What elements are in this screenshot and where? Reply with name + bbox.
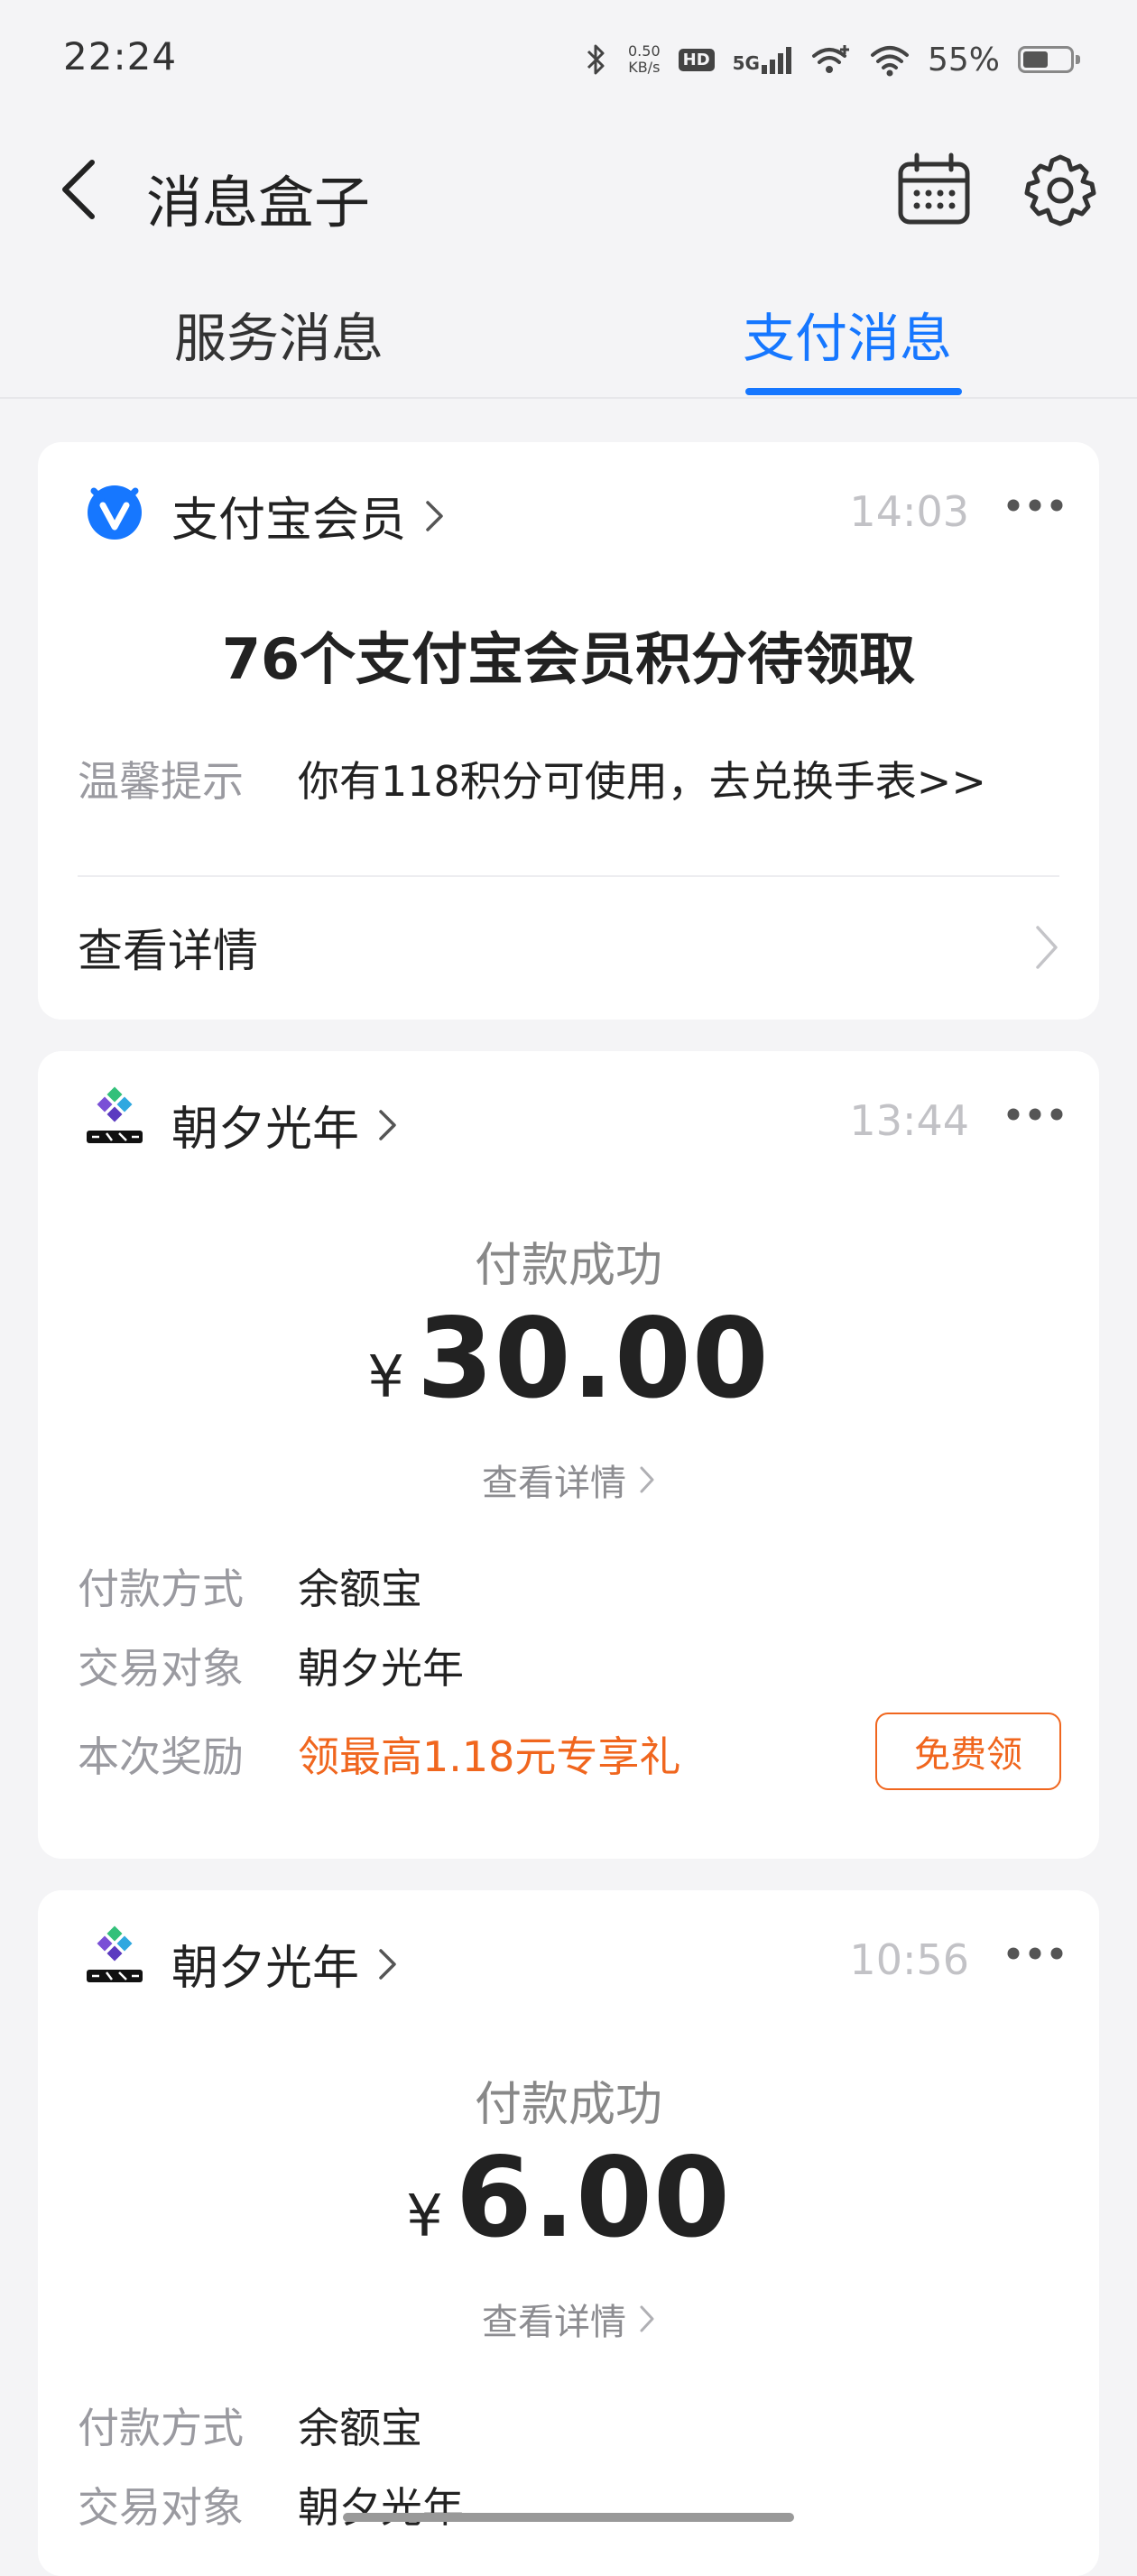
message-time: 10:56 — [849, 1935, 969, 1984]
sender-zhaoxi[interactable]: 朝夕光年 — [171, 1930, 399, 1998]
payment-amount: ¥ 30.00 — [38, 1295, 1099, 1423]
message-card-alipay-member[interactable]: 支付宝会员 14:03 76个支付宝会员积分待领取 温馨提示 你有118积分可使… — [38, 442, 1099, 1020]
tip-row: 温馨提示 你有118积分可使用，去兑换手表>> — [78, 749, 1061, 808]
sender-zhaoxi[interactable]: 朝夕光年 — [171, 1091, 399, 1159]
chevron-right-icon — [640, 1466, 654, 1493]
message-card-payment-2[interactable]: 朝夕光年 10:56 付款成功 ¥ 6.00 查看详情 付款方式 余额宝 交易对… — [38, 1890, 1099, 2576]
more-dots-icon[interactable] — [1005, 1935, 1065, 1971]
active-tab-indicator — [745, 388, 962, 395]
page-title: 消息盒子 — [146, 170, 371, 235]
card-header: 朝夕光年 13:44 — [38, 1051, 1099, 1186]
chevron-right-icon — [379, 1948, 396, 1980]
currency-symbol: ¥ — [367, 1344, 404, 1411]
message-tabs: 服务消息 支付消息 — [0, 271, 1137, 399]
chevron-right-icon — [640, 2305, 654, 2332]
field-counterparty: 交易对象 朝夕光年 — [78, 2483, 464, 2532]
gear-icon[interactable] — [1020, 150, 1101, 231]
calendar-icon[interactable] — [893, 150, 975, 231]
sender-alipay-member[interactable]: 支付宝会员 — [171, 482, 446, 549]
tip-label: 温馨提示 — [78, 757, 244, 806]
message-time: 14:03 — [849, 487, 969, 536]
chevron-right-icon — [379, 1109, 396, 1140]
reward-text: 领最高1.18元专享礼 — [298, 1732, 681, 1781]
header: 消息盒子 — [0, 117, 1137, 262]
back-arrow-icon[interactable] — [45, 153, 117, 226]
battery-fill — [1023, 51, 1049, 68]
currency-symbol: ¥ — [406, 2184, 443, 2250]
field-payment-method: 付款方式 余额宝 — [78, 1565, 422, 1613]
divider — [78, 875, 1059, 877]
field-counterparty: 交易对象 朝夕光年 — [78, 1644, 464, 1693]
wifi-icon — [870, 46, 909, 77]
claim-reward-button[interactable]: 免费领 — [875, 1713, 1061, 1790]
message-headline: 76个支付宝会员积分待领取 — [221, 626, 916, 692]
home-indicator[interactable] — [343, 2513, 794, 2522]
bluetooth-icon — [587, 44, 605, 75]
payment-status: 付款成功 — [474, 1239, 662, 1293]
view-details-link[interactable]: 查看详情 — [38, 1454, 1099, 1506]
card-header: 朝夕光年 10:56 — [38, 1890, 1099, 2026]
payment-status: 付款成功 — [474, 2078, 662, 2132]
zhaoxi-guangnian-logo — [87, 1086, 143, 1143]
view-details-row[interactable]: 查看详情 — [78, 902, 1059, 993]
message-card-payment-1[interactable]: 朝夕光年 13:44 付款成功 ¥ 30.00 查看详情 付款方式 余额宝 交易… — [38, 1051, 1099, 1859]
cellular-signal-icon: 5G — [733, 45, 792, 74]
battery-percent: 55% — [927, 41, 1000, 78]
payment-amount: ¥ 6.00 — [38, 2134, 1099, 2262]
zhaoxi-guangnian-logo — [87, 1925, 143, 1982]
chevron-right-icon — [426, 500, 443, 531]
more-dots-icon[interactable] — [1005, 487, 1065, 523]
net-speed: 0.50 KB/s — [628, 42, 661, 76]
more-dots-icon[interactable] — [1005, 1096, 1065, 1132]
hd-badge: HD — [678, 48, 715, 71]
battery-icon — [1018, 46, 1080, 73]
status-time: 22:24 — [63, 34, 178, 78]
message-time: 13:44 — [849, 1096, 969, 1145]
view-details-label: 查看详情 — [78, 925, 258, 977]
status-icons: 0.50 KB/s HD 5G 55% — [583, 34, 1080, 85]
view-details-link[interactable]: 查看详情 — [38, 2293, 1099, 2345]
card-header: 支付宝会员 14:03 — [38, 442, 1099, 577]
amount-value: 6.00 — [455, 2134, 731, 2262]
wifi-plus-icon — [811, 45, 849, 73]
amount-value: 30.00 — [416, 1295, 770, 1423]
tip-value[interactable]: 你有118积分可使用，去兑换手表>> — [298, 749, 986, 808]
status-bar: 22:24 0.50 KB/s HD 5G 55% — [0, 0, 1137, 117]
alipay-member-logo — [88, 485, 142, 540]
tab-service-messages[interactable]: 服务消息 — [174, 296, 384, 372]
chevron-right-icon — [1036, 926, 1058, 969]
field-payment-method: 付款方式 余额宝 — [78, 2404, 422, 2452]
tab-payment-messages[interactable]: 支付消息 — [743, 296, 952, 372]
